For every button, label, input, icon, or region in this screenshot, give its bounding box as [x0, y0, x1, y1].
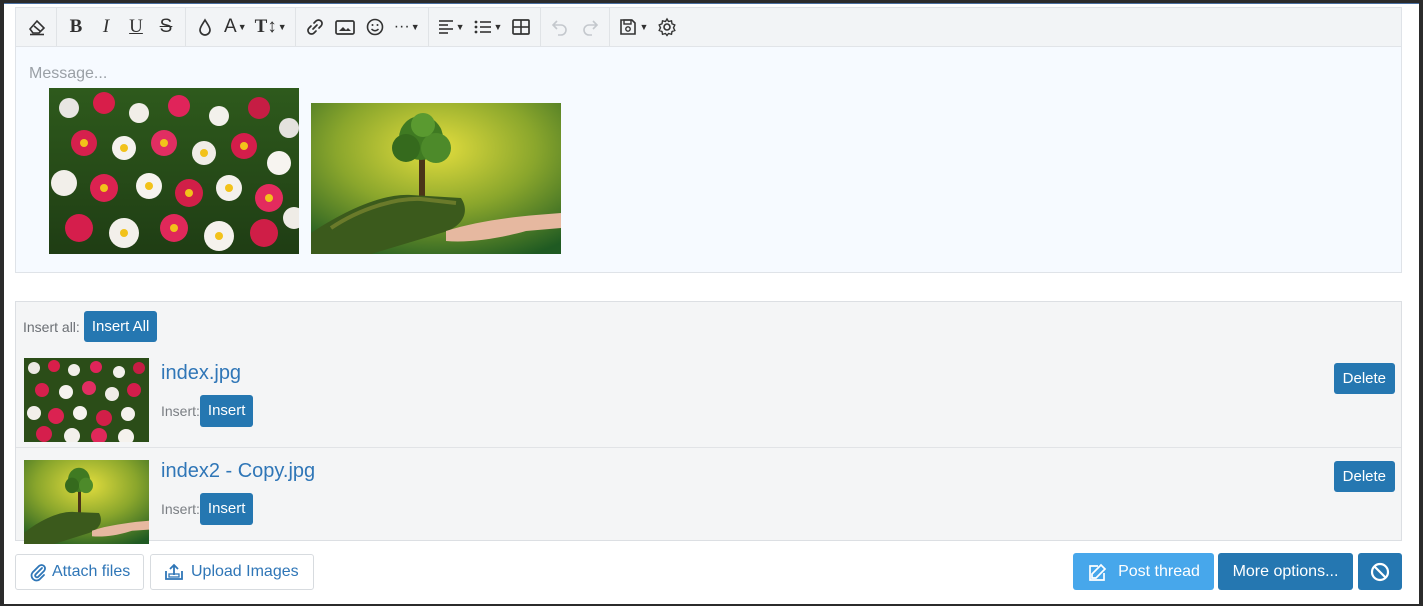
edit-icon	[1089, 563, 1107, 581]
message-placeholder: Message...	[29, 65, 108, 82]
attachment-filename[interactable]: index.jpg	[161, 362, 241, 385]
ban-icon	[1370, 562, 1390, 581]
attachments-panel: Insert all: Insert All index.jpg Insert:…	[15, 301, 1402, 544]
align-icon[interactable]: ▼	[433, 8, 469, 46]
emoji-icon[interactable]	[360, 8, 390, 46]
flowers-image[interactable]	[49, 88, 299, 254]
toolbar-divider	[294, 8, 296, 46]
post-form: B I U S A ▼ T↕ ▼ ··· ▼ ▼ ▼ ▼ Message... …	[4, 3, 1419, 604]
cancel-button[interactable]	[1358, 553, 1402, 590]
settings-icon[interactable]	[652, 8, 682, 46]
toolbar-divider	[56, 8, 57, 46]
attachment-filename[interactable]: index2 - Copy.jpg	[161, 460, 315, 483]
toolbar-divider	[185, 8, 186, 46]
link-icon[interactable]	[300, 8, 330, 46]
strikethrough-icon[interactable]: S	[151, 8, 181, 46]
delete-button[interactable]: Delete	[1333, 461, 1395, 492]
insert-label: Insert:	[161, 403, 200, 419]
toolbar-divider	[427, 8, 429, 46]
bold-icon[interactable]: B	[61, 8, 91, 46]
insert-button[interactable]: Insert	[199, 395, 254, 427]
upload-images-label: Upload Images	[191, 563, 299, 580]
insert-line: Insert: Insert	[161, 395, 254, 427]
drafts-icon[interactable]: ▼	[614, 8, 652, 46]
post-thread-label: Post thread	[1118, 562, 1200, 580]
attachment-row: index2 - Copy.jpg Insert: Insert Delete	[16, 450, 1401, 545]
toolbar-divider	[609, 8, 611, 46]
image-icon[interactable]	[330, 8, 360, 46]
font-size-icon[interactable]: T↕ ▼	[251, 8, 291, 46]
upload-icon	[165, 563, 183, 580]
message-editor[interactable]: B I U S A ▼ T↕ ▼ ··· ▼ ▼ ▼ ▼ Message...	[15, 7, 1402, 273]
clear-formatting-icon[interactable]	[22, 8, 52, 46]
insert-all-label: Insert all:	[23, 318, 80, 335]
list-icon[interactable]: ▼	[469, 8, 507, 46]
editor-toolbar: B I U S A ▼ T↕ ▼ ··· ▼ ▼ ▼ ▼	[16, 8, 1401, 47]
attachment-thumbnail[interactable]	[24, 358, 149, 442]
font-family-icon[interactable]: A ▼	[220, 8, 251, 46]
redo-icon[interactable]	[575, 8, 605, 46]
more-options-button[interactable]: More options...	[1218, 553, 1353, 590]
italic-icon[interactable]: I	[91, 8, 121, 46]
underline-icon[interactable]: U	[121, 8, 151, 46]
toolbar-divider	[540, 8, 542, 46]
paperclip-icon	[30, 564, 46, 582]
attachment-row: index.jpg Insert: Insert Delete	[16, 352, 1401, 448]
attachment-thumbnail[interactable]	[24, 460, 149, 544]
insert-line: Insert: Insert	[161, 493, 254, 525]
delete-button[interactable]: Delete	[1333, 363, 1395, 394]
insert-all-row: Insert all: Insert All	[23, 311, 158, 342]
tree-hand-image[interactable]	[311, 103, 561, 254]
table-icon[interactable]	[506, 8, 536, 46]
undo-icon[interactable]	[545, 8, 575, 46]
insert-all-button[interactable]: Insert All	[83, 311, 158, 342]
text-color-icon[interactable]	[190, 8, 220, 46]
post-thread-button[interactable]: Post thread	[1073, 553, 1214, 590]
more-options-label: More options...	[1232, 562, 1339, 580]
attach-files-button[interactable]: Attach files	[15, 554, 144, 590]
insert-button[interactable]: Insert	[199, 493, 254, 525]
more-icon[interactable]: ··· ▼	[390, 8, 424, 46]
upload-images-button[interactable]: Upload Images	[150, 554, 314, 590]
attach-files-label: Attach files	[52, 563, 131, 580]
insert-label: Insert:	[161, 501, 200, 517]
